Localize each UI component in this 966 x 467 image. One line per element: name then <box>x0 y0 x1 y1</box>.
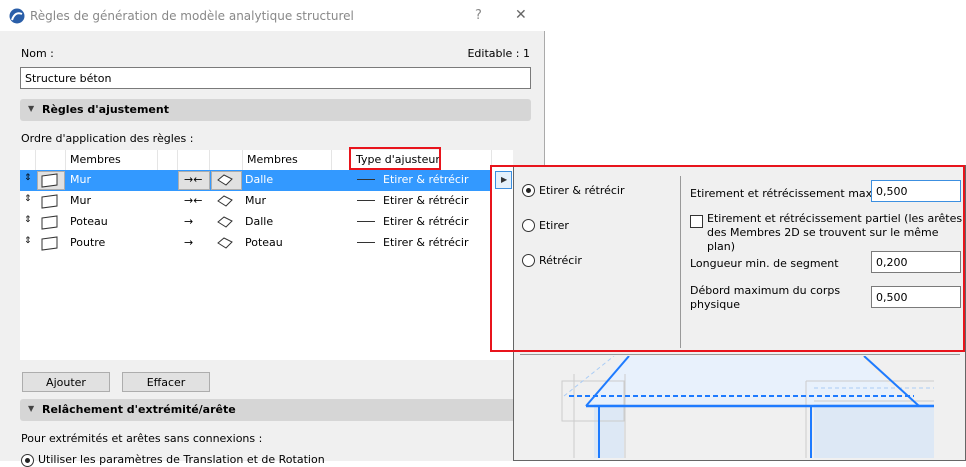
header-blank2 <box>332 150 350 170</box>
table-row[interactable]: ⇕ Mur →← Mur Etirer & rétrécir <box>20 191 513 212</box>
adjuster-type: Etirer & rétrécir <box>383 173 469 186</box>
member1-icon <box>41 194 58 209</box>
rules-table: Membres Membres Type d'ajusteur ⇕ Mur →←… <box>20 147 513 360</box>
close-button[interactable]: ✕ <box>515 7 527 23</box>
member2-icon <box>217 216 233 228</box>
direction-arrow-icon: → <box>184 236 194 249</box>
drag-handle-icon[interactable]: ⇕ <box>24 236 32 246</box>
editable-count: Editable : 1 <box>467 47 530 60</box>
adjuster-type: Etirer & rétrécir <box>383 215 469 228</box>
add-button[interactable]: Ajouter <box>22 372 110 392</box>
drag-handle-icon[interactable]: ⇕ <box>24 173 32 183</box>
header-icon2 <box>210 150 243 170</box>
section-end-release[interactable]: ▼ Relâchement d'extrémité/arête <box>20 399 545 421</box>
member2-icon <box>217 237 233 249</box>
member1: Poteau <box>70 215 108 228</box>
help-button[interactable]: ? <box>475 8 482 23</box>
table-row[interactable]: ⇕ Poutre → Poteau Etirer & rétrécir <box>20 233 513 254</box>
drag-handle-icon[interactable]: ⇕ <box>24 215 32 225</box>
adjuster-preview-illustration <box>561 356 934 458</box>
collapse-triangle-icon: ▼ <box>28 404 35 413</box>
name-input[interactable] <box>20 67 531 89</box>
header-members2[interactable]: Membres <box>243 150 332 170</box>
adjuster-type: Etirer & rétrécir <box>383 236 469 249</box>
member1: Poutre <box>70 236 106 249</box>
header-handle <box>20 150 36 170</box>
member1-icon <box>41 215 58 230</box>
section-title: Relâchement d'extrémité/arête <box>42 403 236 416</box>
header-blank <box>158 150 178 170</box>
adjuster-type-icon <box>357 221 375 222</box>
member2: Poteau <box>245 236 283 249</box>
translation-rotation-label: Utiliser les paramètres de Translation e… <box>38 453 325 466</box>
adjuster-type-icon <box>357 242 375 243</box>
adjuster-type-icon <box>357 179 375 180</box>
header-icon1 <box>36 150 66 170</box>
member1: Mur <box>70 194 91 207</box>
adjuster-type: Etirer & rétrécir <box>383 194 469 207</box>
direction-arrow-icon: →← <box>184 173 203 186</box>
adjuster-type-icon <box>357 200 375 201</box>
app-logo-icon <box>9 8 25 24</box>
member1: Mur <box>70 173 91 186</box>
member2-icon <box>217 195 233 207</box>
dialog: Règles de génération de modèle analytiqu… <box>0 0 545 467</box>
member2: Dalle <box>245 215 274 228</box>
no-connection-label: Pour extrémités et arêtes sans connexion… <box>21 432 263 445</box>
drag-handle-icon[interactable]: ⇕ <box>24 194 32 204</box>
collapse-triangle-icon: ▼ <box>28 104 35 113</box>
member2-icon <box>217 174 233 186</box>
title-bar: Règles de génération de modèle analytiqu… <box>0 0 545 31</box>
popup-highlight <box>490 165 965 352</box>
type-header-highlight <box>349 147 441 170</box>
section-title: Règles d'ajustement <box>42 103 169 116</box>
order-label: Ordre d'application des règles : <box>21 132 194 145</box>
header-members1[interactable]: Membres <box>66 150 158 170</box>
table-row[interactable]: ⇕ Mur →← Dalle Etirer & rétrécir ▶ <box>20 170 513 191</box>
section-adjust-rules[interactable]: ▼ Règles d'ajustement <box>20 99 531 121</box>
table-row[interactable]: ⇕ Poteau → Dalle Etirer & rétrécir <box>20 212 513 233</box>
member2: Mur <box>245 194 266 207</box>
member1-icon <box>41 236 58 251</box>
divider <box>520 354 960 355</box>
member1-icon <box>41 173 58 188</box>
header-arrow <box>178 150 210 170</box>
name-label: Nom : <box>21 47 54 60</box>
member2: Dalle <box>245 173 274 186</box>
dialog-title: Règles de génération de modèle analytiqu… <box>30 9 354 23</box>
direction-arrow-icon: →← <box>184 194 203 207</box>
delete-button[interactable]: Effacer <box>122 372 210 392</box>
direction-arrow-icon: → <box>184 215 194 228</box>
